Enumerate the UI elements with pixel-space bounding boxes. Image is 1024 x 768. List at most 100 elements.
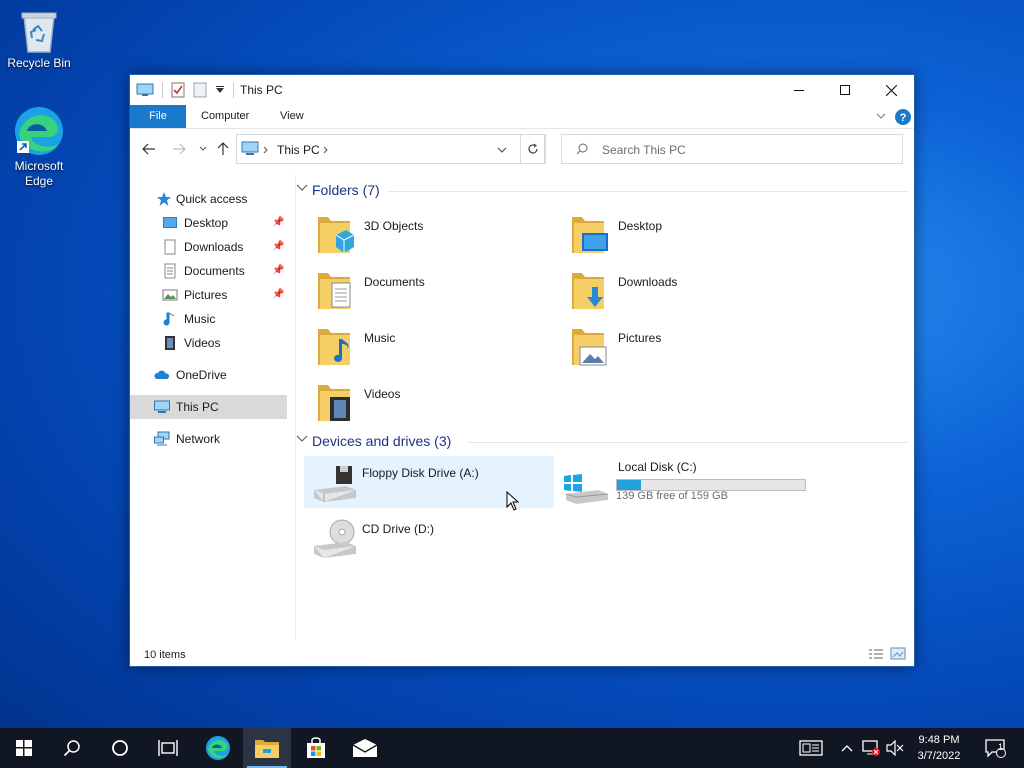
nav-music[interactable]: Music xyxy=(130,307,287,331)
address-bar[interactable]: This PC xyxy=(236,134,545,164)
cd-drive-icon xyxy=(314,519,356,558)
back-button[interactable] xyxy=(140,140,158,158)
navigation-pane: Quick access Desktop 📌 Downloads 📌 Docum… xyxy=(130,175,296,635)
breadcrumb-chevron-icon[interactable] xyxy=(323,146,329,154)
nav-documents-label: Documents xyxy=(184,264,245,278)
forward-button[interactable] xyxy=(170,140,188,158)
this-pc-icon xyxy=(136,83,154,96)
title-bar[interactable]: This PC xyxy=(130,75,914,105)
downloads-icon xyxy=(164,239,176,255)
pin-icon: 📌 xyxy=(272,217,285,228)
windows-logo-icon xyxy=(16,740,32,756)
tab-file[interactable]: File xyxy=(130,105,186,128)
taskbar-store-button[interactable] xyxy=(292,728,340,768)
nav-downloads[interactable]: Downloads 📌 xyxy=(130,235,287,259)
pane-divider[interactable] xyxy=(295,175,296,640)
new-folder-icon[interactable] xyxy=(193,82,207,98)
pictures-folder-icon xyxy=(572,329,607,366)
clock-date: 3/7/2022 xyxy=(917,750,961,762)
chevron-down-icon xyxy=(199,146,207,151)
nav-documents[interactable]: Documents 📌 xyxy=(130,259,287,283)
show-hidden-icons-button[interactable] xyxy=(838,728,856,768)
devices-group-header[interactable]: Devices and drives (3) xyxy=(296,432,496,452)
local-disk-icon xyxy=(564,474,609,504)
folder-music[interactable]: Music xyxy=(306,321,556,373)
nav-quick-access-label: Quick access xyxy=(176,192,248,206)
folder-name: Videos xyxy=(364,387,401,401)
search-taskbar-button[interactable] xyxy=(48,728,96,768)
folder-desktop[interactable]: Desktop xyxy=(560,209,810,261)
drive-cd[interactable]: CD Drive (D:) xyxy=(304,512,554,564)
nav-quick-access[interactable]: Quick access xyxy=(130,187,287,211)
nav-videos[interactable]: Videos xyxy=(130,331,287,355)
forward-arrow-icon xyxy=(173,143,186,155)
this-pc-icon xyxy=(154,400,170,413)
ribbon-tabs: File Computer View ? xyxy=(130,105,914,129)
nav-this-pc[interactable]: This PC xyxy=(130,395,287,419)
cortana-button[interactable] xyxy=(96,728,144,768)
pin-icon: 📌 xyxy=(272,289,285,300)
folders-group-title: Folders (7) xyxy=(312,182,380,198)
group-divider xyxy=(388,191,908,192)
large-icons-view-icon[interactable] xyxy=(890,647,906,661)
folder-downloads[interactable]: Downloads xyxy=(560,265,810,317)
task-view-button[interactable] xyxy=(144,728,192,768)
edge-icon xyxy=(206,736,230,760)
up-button[interactable] xyxy=(214,140,232,158)
nav-desktop[interactable]: Desktop 📌 xyxy=(130,211,287,235)
edge-desktop-icon[interactable]: Microsoft Edge xyxy=(1,105,77,189)
store-bag-icon xyxy=(307,737,325,758)
clock[interactable]: 9:48 PM 3/7/2022 xyxy=(906,732,972,764)
nav-onedrive[interactable]: OneDrive xyxy=(130,363,287,387)
news-and-interests-button[interactable] xyxy=(796,728,826,768)
taskbar-file-explorer-button[interactable] xyxy=(243,728,291,768)
volume-tray-button[interactable] xyxy=(884,728,906,768)
tab-computer[interactable]: Computer xyxy=(187,105,263,128)
customize-toolbar-chevron-icon[interactable] xyxy=(215,85,225,95)
desktop-folder-icon xyxy=(572,217,608,253)
film-icon xyxy=(165,336,175,350)
folder-name: Music xyxy=(364,331,396,345)
chevron-up-icon xyxy=(841,745,853,752)
documents-folder-icon xyxy=(318,273,351,309)
action-center-button[interactable]: 1 xyxy=(978,728,1012,768)
minimize-button[interactable] xyxy=(776,75,822,105)
refresh-button[interactable] xyxy=(520,134,546,164)
disk-free-space: 139 GB free of 159 GB xyxy=(616,490,728,502)
maximize-button[interactable] xyxy=(822,75,868,105)
nav-videos-label: Videos xyxy=(184,336,221,350)
taskbar-mail-button[interactable] xyxy=(341,728,389,768)
expand-ribbon-chevron-icon[interactable] xyxy=(876,113,886,120)
recycle-bin-desktop-icon[interactable]: Recycle Bin xyxy=(1,8,77,71)
minimize-icon xyxy=(794,90,804,91)
network-tray-button[interactable] xyxy=(860,728,882,768)
recent-locations-button[interactable] xyxy=(194,140,212,158)
cortana-circle-icon xyxy=(112,740,128,756)
collapse-chevron-icon xyxy=(296,435,308,442)
mouse-cursor-icon xyxy=(506,491,520,511)
properties-icon[interactable] xyxy=(171,82,185,98)
breadcrumb-chevron-icon[interactable] xyxy=(263,146,269,154)
folder-documents[interactable]: Documents xyxy=(306,265,556,317)
search-box[interactable]: Search This PC xyxy=(561,134,903,164)
folder-pictures[interactable]: Pictures xyxy=(560,321,810,373)
item-count: 10 items xyxy=(144,649,186,661)
address-dropdown-chevron-icon[interactable] xyxy=(497,147,507,153)
folder-videos[interactable]: Videos xyxy=(306,377,556,429)
nav-network[interactable]: Network xyxy=(130,427,287,451)
nav-pictures[interactable]: Pictures 📌 xyxy=(130,283,287,307)
breadcrumb-this-pc[interactable]: This PC xyxy=(277,143,320,157)
close-button[interactable] xyxy=(868,75,914,105)
start-button[interactable] xyxy=(0,728,48,768)
folder-3d-objects[interactable]: 3D Objects xyxy=(306,209,556,261)
music-folder-icon xyxy=(318,329,350,365)
drive-local-disk[interactable]: Local Disk (C:) 139 GB free of 159 GB xyxy=(560,456,810,508)
downloads-folder-icon xyxy=(572,273,604,309)
taskbar-edge-button[interactable] xyxy=(194,728,242,768)
nav-this-pc-label: This PC xyxy=(176,400,219,414)
details-view-icon[interactable] xyxy=(868,648,884,662)
tab-view[interactable]: View xyxy=(266,105,318,128)
help-icon[interactable]: ? xyxy=(894,108,912,126)
task-view-icon xyxy=(158,740,178,756)
taskbar: 9:48 PM 3/7/2022 1 xyxy=(0,728,1024,768)
